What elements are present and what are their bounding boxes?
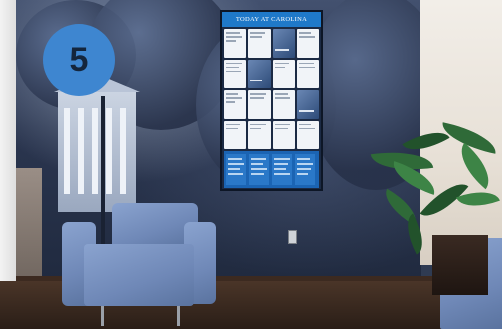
screen-card-grid (224, 29, 319, 149)
digital-signage-screen: TODAY AT CAROLINA (220, 10, 323, 191)
step-number-badge: 5 (43, 24, 115, 96)
screen-card (272, 90, 295, 119)
footer-column (295, 154, 315, 185)
counter-ledge (16, 168, 42, 288)
screen-card-photo (248, 59, 271, 88)
chair-seat (84, 244, 194, 306)
screen-card (248, 29, 271, 58)
screen-card-photo (296, 90, 319, 119)
footer-column (272, 154, 292, 185)
screen-card (296, 59, 319, 88)
screen-header: TODAY AT CAROLINA (222, 12, 321, 27)
footer-column (249, 154, 269, 185)
building-column (120, 108, 126, 194)
screen-card (224, 59, 247, 88)
footer-column (226, 154, 246, 185)
building-column (78, 108, 84, 194)
wall-outlet (288, 230, 297, 244)
screen-card (248, 120, 271, 149)
photo-scene: 5 TODAY AT CAROLINA (0, 0, 502, 329)
chair-leg (101, 306, 104, 326)
screen-card (248, 90, 271, 119)
screen-card (296, 29, 319, 58)
screen-card (272, 120, 295, 149)
screen-card (224, 90, 247, 119)
badge-number: 5 (69, 40, 89, 79)
building-column (64, 108, 70, 194)
screen-card (224, 120, 247, 149)
building-column (106, 108, 112, 194)
screen-footer-panel (224, 151, 319, 188)
left-wall-edge (0, 0, 16, 329)
chair-leg (177, 306, 180, 326)
screen-card (296, 120, 319, 149)
screen-card (272, 59, 295, 88)
screen-card-photo (272, 29, 295, 58)
mural-building (54, 74, 140, 212)
screen-card (224, 29, 247, 58)
plant-pot (432, 235, 488, 295)
building-column (92, 108, 98, 194)
